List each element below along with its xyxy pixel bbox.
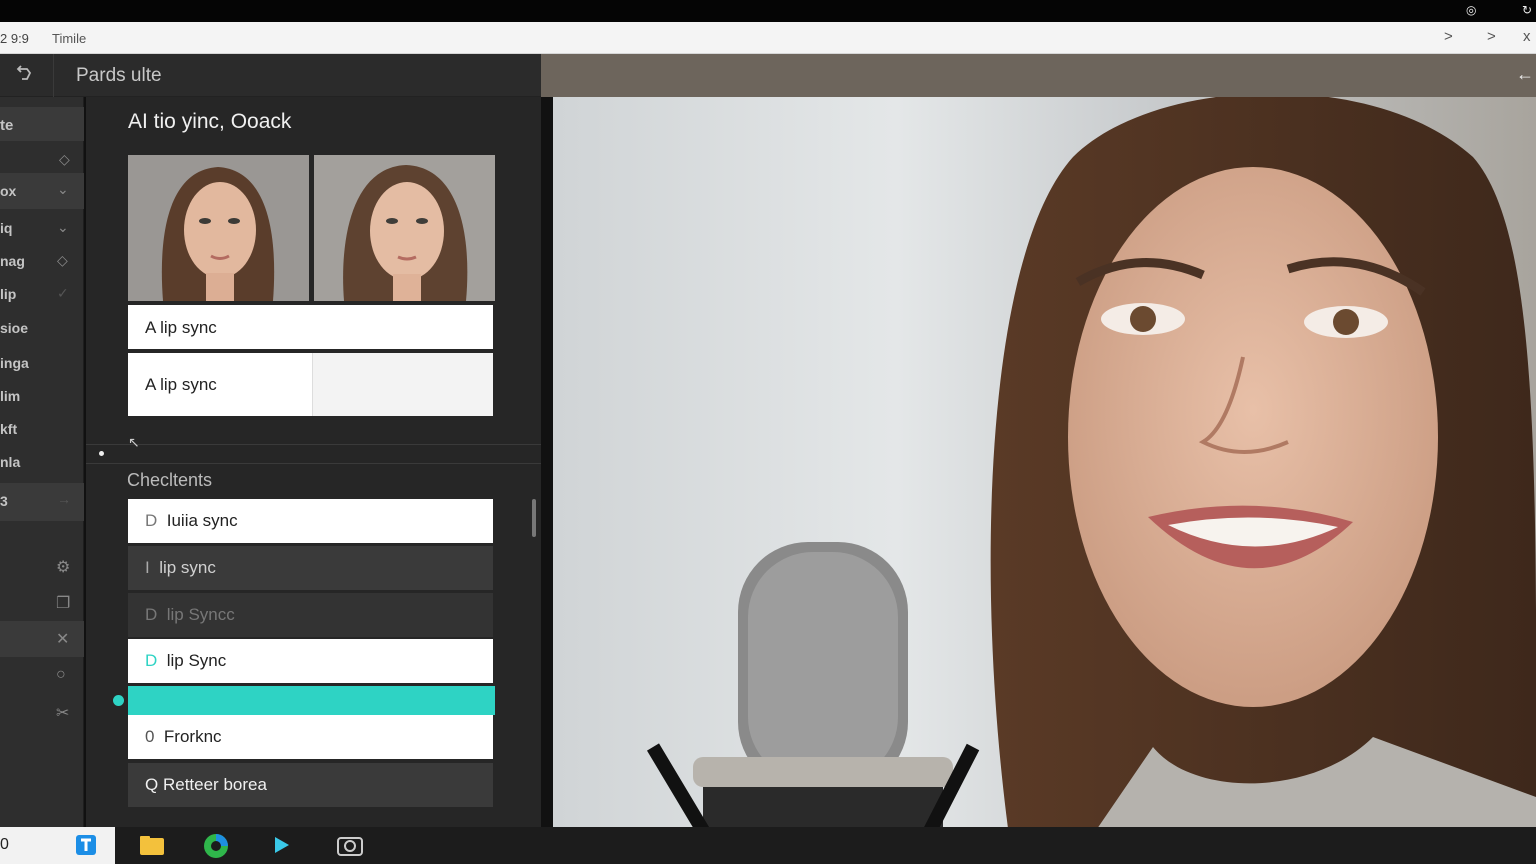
camera-app-icon[interactable] bbox=[337, 833, 363, 857]
copy-icon[interactable]: ❐ bbox=[56, 593, 70, 613]
panel-title: AI tio yinc, Ooack bbox=[128, 110, 292, 133]
forward-button[interactable]: > bbox=[1444, 28, 1453, 45]
sidebar-item-iq[interactable]: iq ⌄ bbox=[0, 211, 84, 245]
circle-icon[interactable]: ○ bbox=[56, 666, 66, 684]
close-icon[interactable]: ✕ bbox=[56, 629, 69, 649]
window-title: Timile bbox=[52, 31, 87, 46]
scrollbar[interactable] bbox=[532, 499, 536, 537]
store-app-icon[interactable] bbox=[74, 833, 100, 857]
sidebar-item-sioe[interactable]: sioe bbox=[0, 311, 84, 345]
sidebar-tool-copy[interactable]: ❐ bbox=[0, 585, 84, 621]
preview-header-area bbox=[541, 54, 1536, 97]
close-button[interactable]: x bbox=[1523, 28, 1531, 45]
face-thumbnail-1[interactable] bbox=[128, 155, 309, 301]
header-divider bbox=[53, 54, 54, 97]
clock-text: 2 9:9 bbox=[0, 31, 29, 46]
lip-sync-field-1[interactable]: A lip sync bbox=[128, 305, 493, 349]
sidebar-item-lip[interactable]: lip ✓ bbox=[0, 277, 84, 311]
list-item[interactable]: I lip sync bbox=[128, 546, 493, 590]
preview-image bbox=[646, 97, 1536, 864]
taskbar: 0 bbox=[0, 827, 1536, 864]
app-title: Pards ulte bbox=[76, 65, 162, 86]
undo-icon[interactable] bbox=[14, 65, 38, 85]
pin-icon[interactable]: ◇ bbox=[59, 151, 70, 168]
panel-divider bbox=[86, 463, 541, 464]
system-bar: ◎ ↻ bbox=[0, 0, 1536, 22]
list-item[interactable]: D Iuiia sync bbox=[128, 499, 493, 543]
sidebar-item-ox[interactable]: ox ⌄ bbox=[0, 173, 84, 209]
chevron-down-icon[interactable]: ⌄ bbox=[57, 181, 69, 198]
sidebar-item-lim[interactable]: lim bbox=[0, 379, 84, 413]
progress-handle[interactable] bbox=[113, 695, 124, 706]
lip-sync-panel: AI tio yinc, Ooack A lip sync A lip sync bbox=[86, 97, 541, 827]
cursor-icon: ↖ bbox=[128, 434, 140, 450]
gear-icon[interactable]: ⚙ bbox=[56, 557, 70, 577]
sidebar-item-nag[interactable]: nag ◇ bbox=[0, 244, 84, 278]
section-label: Checltents bbox=[127, 470, 213, 490]
pen-app-icon[interactable] bbox=[270, 833, 296, 857]
sidebar-tool-close[interactable]: ✕ bbox=[0, 621, 84, 657]
sidebar-item-kft[interactable]: kft bbox=[0, 412, 84, 446]
lip-sync-field-2[interactable]: A lip sync bbox=[128, 353, 493, 416]
field-preview-area bbox=[312, 353, 493, 416]
scissors-icon[interactable]: ✂ bbox=[56, 703, 69, 723]
sidebar-item-pin[interactable]: ◇ bbox=[0, 143, 84, 177]
face-thumbnail-2[interactable] bbox=[314, 155, 495, 301]
indicator-dot bbox=[99, 451, 104, 456]
sidebar-tool-settings[interactable]: ⚙ bbox=[0, 549, 84, 585]
collapse-arrow-icon[interactable]: ← bbox=[1516, 64, 1534, 85]
list-item-selected[interactable]: D lip Sync bbox=[128, 639, 493, 683]
power-icon[interactable]: ↻ bbox=[1522, 3, 1532, 17]
progress-bar[interactable] bbox=[128, 686, 495, 715]
list-item[interactable]: Q Retteer borea bbox=[128, 763, 493, 807]
sidebar-tool-cut[interactable]: ✂ bbox=[0, 695, 84, 731]
sidebar-item-nla[interactable]: nla bbox=[0, 445, 84, 479]
panel-divider bbox=[86, 444, 541, 445]
sidebar: te ◇ ox ⌄ iq ⌄ nag ◇ lip ✓ sioe inga lim… bbox=[0, 97, 84, 827]
folder-app-icon[interactable] bbox=[139, 833, 165, 857]
sidebar-item-inga[interactable]: inga bbox=[0, 346, 84, 380]
pin-icon[interactable]: ◇ bbox=[57, 252, 68, 269]
settings-icon[interactable]: ◎ bbox=[1466, 3, 1476, 17]
next-button[interactable]: > bbox=[1487, 28, 1496, 45]
check-icon[interactable]: ✓ bbox=[57, 285, 69, 302]
chevron-down-icon[interactable]: ⌄ bbox=[57, 219, 69, 236]
sidebar-item-3[interactable]: 3 → bbox=[0, 483, 84, 521]
title-bar: 2 9:9 Timile > > x bbox=[0, 22, 1536, 54]
list-item[interactable]: D lip Syncc bbox=[128, 593, 493, 637]
sidebar-tool-circle[interactable]: ○ bbox=[0, 658, 84, 694]
browser-app-icon[interactable] bbox=[203, 833, 229, 858]
taskbar-text: 0 bbox=[0, 836, 9, 853]
sidebar-item-te[interactable]: te bbox=[0, 107, 84, 141]
list-item[interactable]: 0 Frorknc bbox=[128, 715, 493, 759]
video-preview[interactable] bbox=[553, 97, 1536, 864]
arrow-icon[interactable]: → bbox=[57, 491, 71, 507]
